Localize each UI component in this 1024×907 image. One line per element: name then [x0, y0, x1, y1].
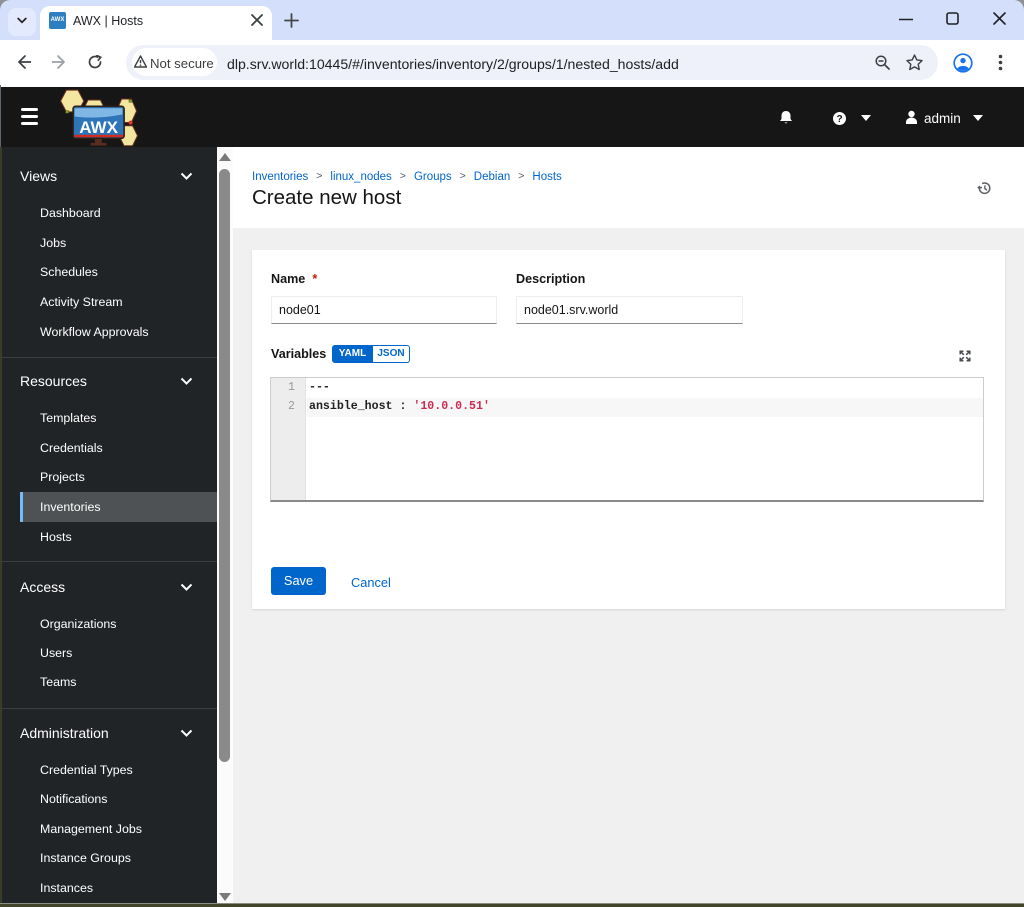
svg-text:AWX: AWX [79, 118, 118, 137]
svg-text:?: ? [836, 114, 842, 125]
